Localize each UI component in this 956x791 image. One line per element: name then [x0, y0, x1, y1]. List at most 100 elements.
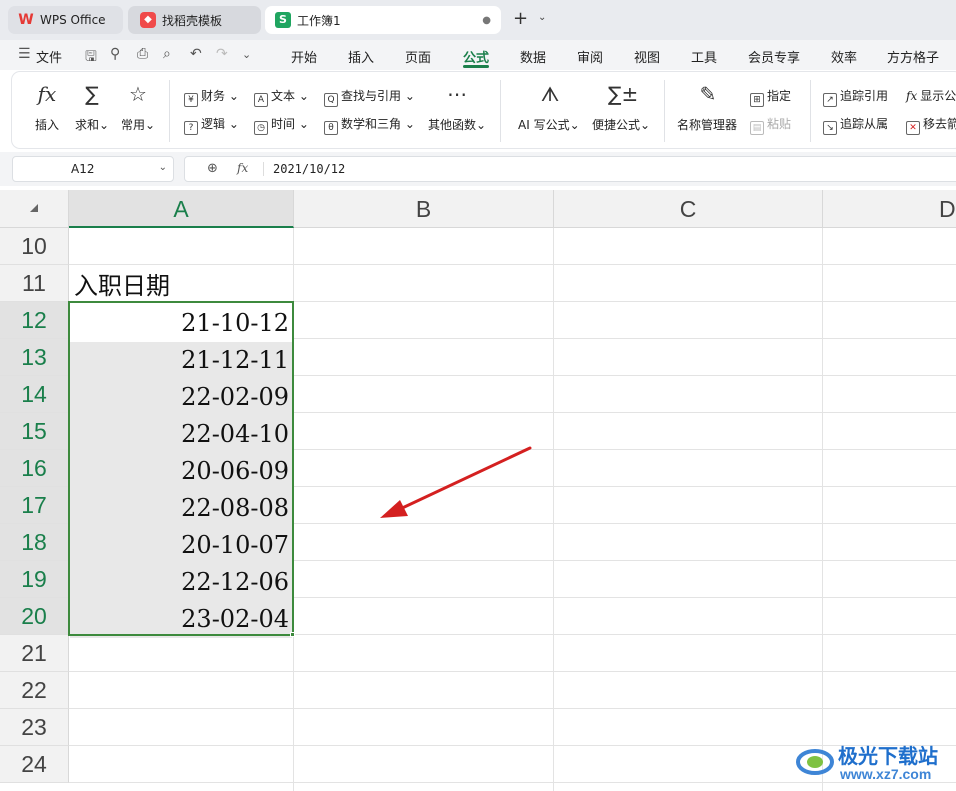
- cell-a16[interactable]: 20-06-09: [70, 453, 292, 490]
- ai-formula-icon[interactable]: ᗑ: [535, 82, 565, 106]
- tab-docer-templates[interactable]: ◆ 找稻壳模板: [128, 6, 261, 34]
- insert-function-button[interactable]: 插入: [35, 116, 59, 133]
- paste-names-button[interactable]: ▤ 粘贴: [750, 115, 791, 135]
- remove-arrows-button[interactable]: ✕ 移去箭: [906, 115, 956, 135]
- row-header-17[interactable]: 17: [0, 487, 69, 524]
- row-header-14[interactable]: 14: [0, 376, 69, 413]
- cell-a18[interactable]: 20-10-07: [70, 527, 292, 564]
- star-icon[interactable]: ☆: [123, 82, 153, 106]
- watermark-url: www.xz7.com: [840, 766, 932, 782]
- cell-a13[interactable]: 21-12-11: [70, 342, 292, 379]
- tab-workbook[interactable]: S 工作簿1 ●: [265, 6, 501, 34]
- math-button[interactable]: θ 数学和三角 ⌄: [324, 115, 415, 135]
- menu-tools[interactable]: 工具: [691, 47, 717, 66]
- menu-formula[interactable]: 公式: [463, 47, 489, 66]
- column-header-d[interactable]: D: [823, 190, 956, 228]
- cell-reference: A12: [71, 162, 95, 176]
- menu-fangfang[interactable]: 方方格子: [887, 47, 939, 66]
- undo-icon[interactable]: ↶: [190, 46, 202, 62]
- other-functions-icon[interactable]: ⋯: [442, 82, 472, 106]
- quick-formula-icon[interactable]: ∑±: [608, 82, 638, 106]
- chevron-down-icon[interactable]: ⌄: [159, 162, 167, 173]
- ribbon-divider: [810, 80, 811, 142]
- autosum-button[interactable]: 求和⌄: [75, 116, 109, 133]
- formula-input[interactable]: ⊕ fx 2021/10/12: [184, 156, 956, 182]
- row-header-11[interactable]: 11: [0, 265, 69, 302]
- ai-formula-button[interactable]: AI 写公式⌄: [518, 116, 580, 133]
- trace-precedents-icon: ↗: [823, 93, 837, 107]
- text-button[interactable]: A 文本 ⌄: [254, 87, 309, 107]
- row-header-13[interactable]: 13: [0, 339, 69, 376]
- active-tab-underline: [463, 65, 489, 68]
- cell-a17[interactable]: 22-08-08: [70, 490, 292, 527]
- row-header-15[interactable]: 15: [0, 413, 69, 450]
- menu-page[interactable]: 页面: [405, 47, 431, 66]
- row-header-16[interactable]: 16: [0, 450, 69, 487]
- row-header-12[interactable]: 12: [0, 302, 69, 339]
- divider: [263, 162, 264, 176]
- column-header-c[interactable]: C: [554, 190, 823, 228]
- trace-precedents-button[interactable]: ↗ 追踪引用: [823, 87, 888, 107]
- row-header-23[interactable]: 23: [0, 709, 69, 746]
- share-icon[interactable]: ⚲: [110, 46, 120, 62]
- menu-insert[interactable]: 插入: [348, 47, 374, 66]
- time-button[interactable]: ◷ 时间 ⌄: [254, 115, 309, 135]
- column-header-a[interactable]: A: [69, 190, 294, 228]
- finance-button[interactable]: ¥ 财务 ⌄: [184, 87, 239, 107]
- specify-button[interactable]: ⊞ 指定: [750, 87, 791, 107]
- quick-formula-button[interactable]: 便捷公式⌄: [592, 116, 650, 133]
- cell-a15[interactable]: 22-04-10: [70, 416, 292, 453]
- zoom-icon[interactable]: ⊕: [207, 161, 218, 176]
- sigma-sum-icon[interactable]: ∑: [77, 82, 107, 106]
- row-header-19[interactable]: 19: [0, 561, 69, 598]
- row-header-18[interactable]: 18: [0, 524, 69, 561]
- cell-a20[interactable]: 23-02-04: [70, 601, 292, 638]
- lookup-button[interactable]: Q 查找与引用 ⌄: [324, 87, 415, 107]
- common-functions-button[interactable]: 常用⌄: [121, 116, 155, 133]
- ribbon-divider: [169, 80, 170, 142]
- gridline: [553, 228, 554, 791]
- logic-button[interactable]: ? 逻辑 ⌄: [184, 115, 239, 135]
- redo-icon[interactable]: ↷: [216, 46, 228, 62]
- trace-dependents-button[interactable]: ↘ 追踪从属: [823, 115, 888, 135]
- menu-start[interactable]: 开始: [291, 47, 317, 66]
- chevron-down-icon[interactable]: ⌄: [242, 48, 251, 61]
- other-functions-button[interactable]: 其他函数⌄: [428, 116, 486, 133]
- menu-member[interactable]: 会员专享: [748, 47, 800, 66]
- select-all-corner[interactable]: [0, 190, 69, 228]
- row-header-22[interactable]: 22: [0, 672, 69, 709]
- new-tab-plus-icon[interactable]: +: [513, 9, 528, 29]
- row-header-21[interactable]: 21: [0, 635, 69, 672]
- menu-review[interactable]: 审阅: [577, 47, 603, 66]
- name-box[interactable]: A12 ⌄: [12, 156, 174, 182]
- tab-wps-office[interactable]: W WPS Office: [8, 6, 123, 34]
- name-manager-icon[interactable]: ✎: [693, 82, 723, 106]
- cell-a11-header[interactable]: 入职日期: [74, 268, 292, 305]
- cell-a19[interactable]: 22-12-06: [70, 564, 292, 601]
- row-header-10[interactable]: 10: [0, 228, 69, 265]
- formula-ribbon: fx 插入 ∑ 求和⌄ ☆ 常用⌄ ¥ 财务 ⌄ ? 逻辑 ⌄ A 文本 ⌄ ◷ 时间 …: [12, 72, 956, 148]
- cell-a14[interactable]: 22-02-09: [70, 379, 292, 416]
- chevron-down-icon[interactable]: ⌄: [538, 12, 546, 23]
- print-preview-icon[interactable]: ⌕: [163, 46, 171, 62]
- menu-file[interactable]: 文件: [36, 47, 62, 66]
- menu-efficiency[interactable]: 效率: [831, 47, 857, 66]
- hamburger-menu-icon[interactable]: ☰: [18, 46, 31, 62]
- row-header-24[interactable]: 24: [0, 746, 69, 783]
- unsaved-dot-icon[interactable]: ●: [482, 15, 491, 26]
- fx-insert-icon[interactable]: fx: [32, 82, 62, 106]
- fill-handle[interactable]: [290, 632, 295, 637]
- column-header-b[interactable]: B: [294, 190, 554, 228]
- fx-icon[interactable]: fx: [237, 161, 248, 175]
- name-manager-button[interactable]: 名称管理器: [677, 116, 737, 133]
- show-formulas-button[interactable]: fx 显示公: [906, 87, 956, 104]
- print-icon[interactable]: ⎙: [137, 46, 148, 62]
- save-icon[interactable]: 🖫: [85, 46, 97, 70]
- cell-a12[interactable]: 21-10-12: [70, 305, 292, 342]
- row-header-20[interactable]: 20: [0, 598, 69, 635]
- docer-icon: ◆: [140, 12, 156, 28]
- specify-icon: ⊞: [750, 93, 764, 107]
- gridline: [822, 228, 823, 791]
- menu-view[interactable]: 视图: [634, 47, 660, 66]
- menu-data[interactable]: 数据: [520, 47, 546, 66]
